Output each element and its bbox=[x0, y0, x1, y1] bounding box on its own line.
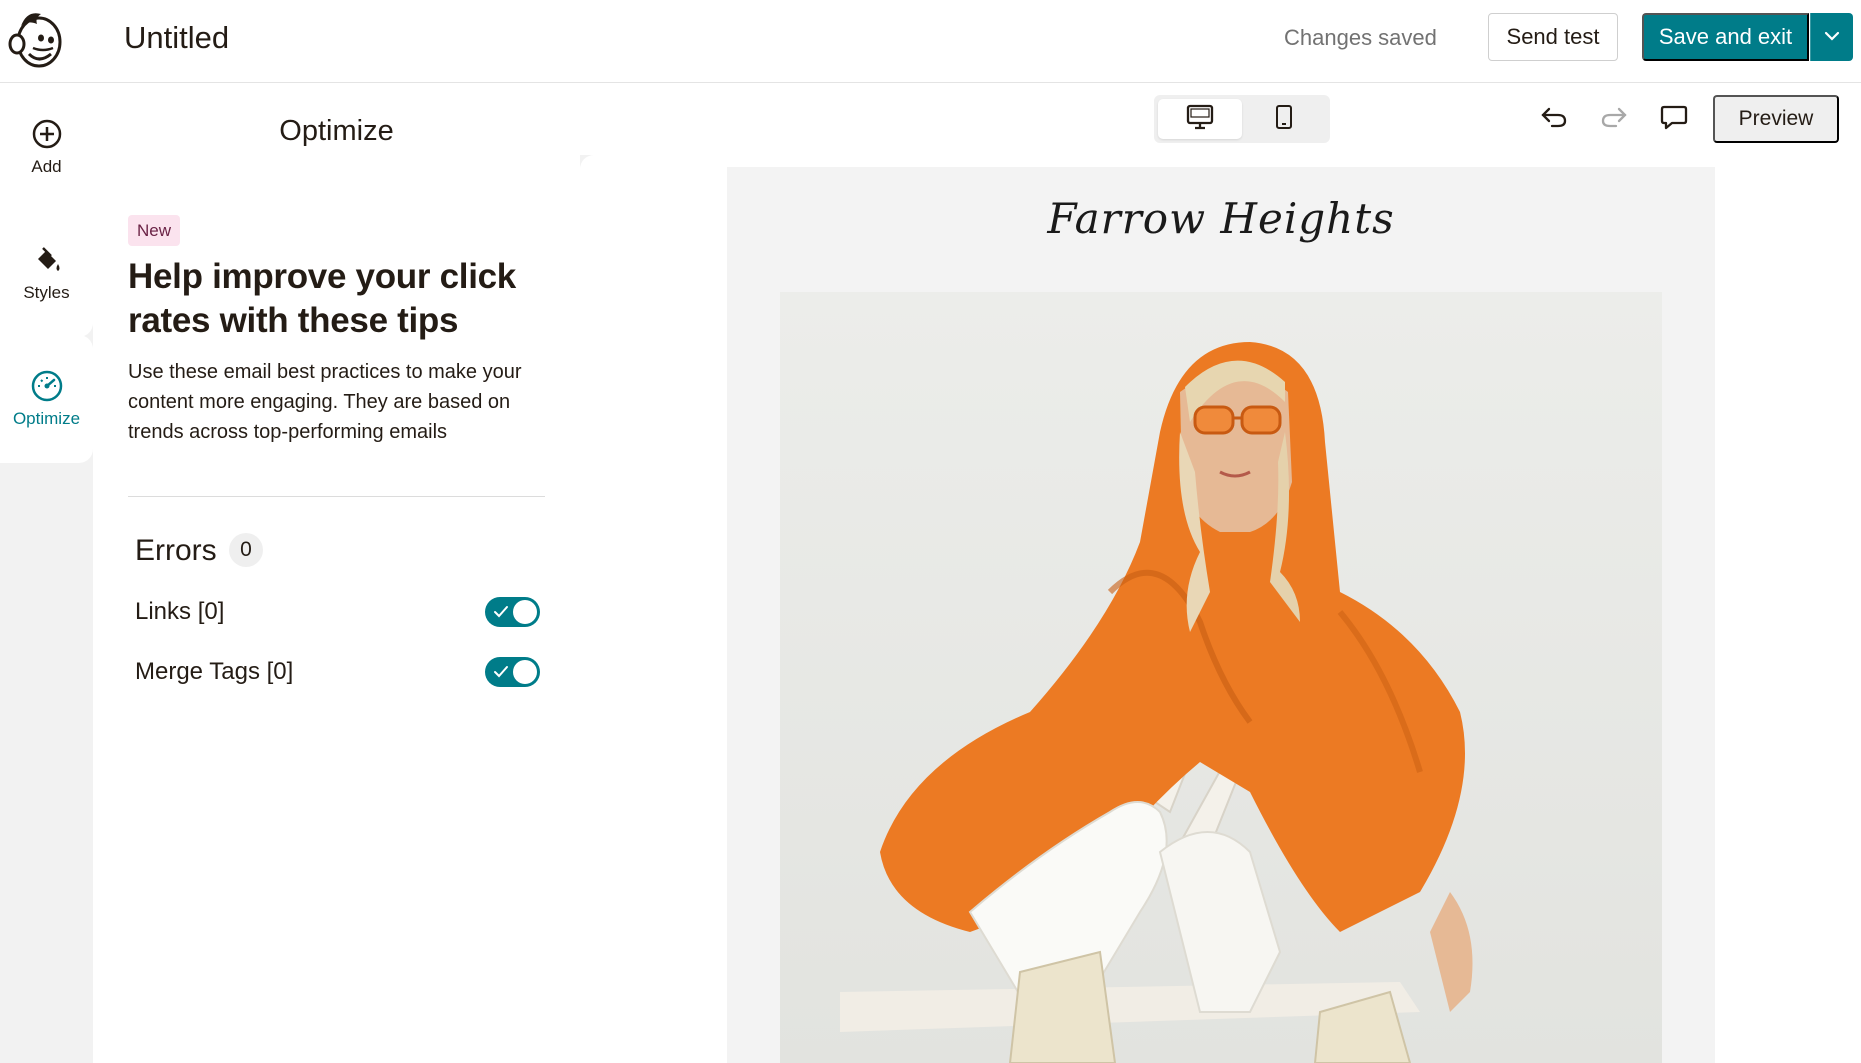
send-test-button[interactable]: Send test bbox=[1488, 13, 1618, 61]
canvas-toolbar: Preview bbox=[580, 83, 1861, 155]
new-badge: New bbox=[128, 215, 181, 246]
undo-icon bbox=[1540, 105, 1568, 134]
check-row-merge-tags: Merge Tags [0] bbox=[135, 654, 540, 690]
rail-item-label: Add bbox=[31, 157, 62, 176]
rail-item-styles[interactable]: Styles bbox=[0, 209, 93, 337]
editor-canvas: Preview Farrow Heights bbox=[580, 83, 1861, 1063]
redo-icon bbox=[1600, 105, 1628, 134]
desktop-view-button[interactable] bbox=[1158, 99, 1242, 139]
save-status: Changes saved bbox=[1284, 25, 1437, 50]
tips-heading: Help improve your click rates with these… bbox=[128, 257, 516, 340]
email-preview[interactable]: Farrow Heights bbox=[727, 167, 1715, 1063]
rail-item-label: Optimize bbox=[12, 409, 81, 428]
errors-label: Errors bbox=[135, 534, 217, 567]
check-icon bbox=[494, 606, 508, 618]
rail-item-add[interactable]: Add bbox=[0, 83, 93, 211]
gauge-icon bbox=[30, 369, 64, 403]
toggle-knob bbox=[513, 600, 537, 624]
optimize-panel: Optimize New Help improve your click rat… bbox=[93, 83, 580, 1063]
links-toggle[interactable] bbox=[485, 597, 540, 627]
errors-count-badge: 0 bbox=[229, 533, 263, 567]
undo-button[interactable] bbox=[1538, 103, 1570, 135]
save-options-dropdown[interactable] bbox=[1810, 13, 1853, 61]
preview-button[interactable]: Preview bbox=[1713, 95, 1839, 143]
rail-item-optimize[interactable]: Optimize bbox=[0, 335, 93, 463]
comment-icon bbox=[1660, 103, 1688, 136]
divider bbox=[128, 496, 545, 497]
tips-description: Use these email best practices to make y… bbox=[128, 361, 522, 443]
mobile-icon bbox=[1275, 104, 1293, 135]
campaign-title[interactable]: Untitled bbox=[124, 18, 229, 58]
check-row-links: Links [0] bbox=[135, 594, 540, 630]
desktop-icon bbox=[1186, 104, 1214, 135]
paint-bucket-icon bbox=[30, 243, 64, 277]
merge-tags-toggle[interactable] bbox=[485, 657, 540, 687]
check-label: Merge Tags [0] bbox=[135, 658, 294, 685]
check-icon bbox=[494, 666, 508, 678]
comments-button[interactable] bbox=[1658, 103, 1690, 135]
toggle-knob bbox=[513, 660, 537, 684]
plus-circle-icon bbox=[30, 117, 64, 151]
check-label: Links [0] bbox=[135, 598, 225, 625]
top-bar: Untitled Changes saved Send test Save an… bbox=[0, 0, 1861, 83]
device-toggle bbox=[1154, 95, 1330, 143]
redo-button[interactable] bbox=[1598, 103, 1630, 135]
mobile-view-button[interactable] bbox=[1242, 99, 1326, 139]
hero-image[interactable] bbox=[780, 292, 1662, 1063]
save-and-exit-button[interactable]: Save and exit bbox=[1642, 13, 1809, 61]
chevron-down-icon bbox=[1824, 28, 1840, 46]
rail-item-label: Styles bbox=[23, 283, 70, 302]
panel-title: Optimize bbox=[279, 115, 394, 147]
mailchimp-logo-icon[interactable] bbox=[7, 8, 63, 70]
left-rail: Add Styles Optimize bbox=[0, 83, 93, 1063]
brand-logo[interactable]: Farrow Heights bbox=[727, 194, 1715, 243]
